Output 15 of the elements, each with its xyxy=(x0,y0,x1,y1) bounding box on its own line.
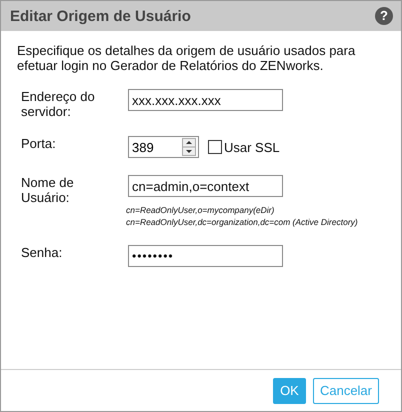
spinner-arrows-icon[interactable] xyxy=(182,138,196,156)
field-label: Nome de Usuário: xyxy=(20,175,75,207)
window-title: Editar Origem de Usuário xyxy=(10,8,191,24)
input-field[interactable]: xxx.xxx.xxx.xxx xyxy=(128,89,283,111)
hint-text: cn=ReadOnlyUser,o=mycompany(eDir) xyxy=(126,204,276,216)
field-label: Porta: xyxy=(20,136,57,153)
field-label: Endereço do servidor: xyxy=(20,89,96,119)
password-field[interactable]: •••••••• xyxy=(128,245,283,267)
input-field[interactable]: cn=admin,o=context xyxy=(128,175,283,197)
description-text: Especifique os detalhes da origem de usuário usados para efetuar login no Gerador de Relatórios do ZENworks. xyxy=(17,43,356,73)
field-label: Senha: xyxy=(20,245,64,262)
help-button[interactable]: ? xyxy=(375,7,393,25)
ssl-checkbox[interactable] xyxy=(208,140,222,154)
checkbox-label: Usar SSL xyxy=(224,140,280,154)
hint-text: cn=ReadOnlyUser,dc=organization,dc=com (Active Directory) xyxy=(126,216,358,228)
